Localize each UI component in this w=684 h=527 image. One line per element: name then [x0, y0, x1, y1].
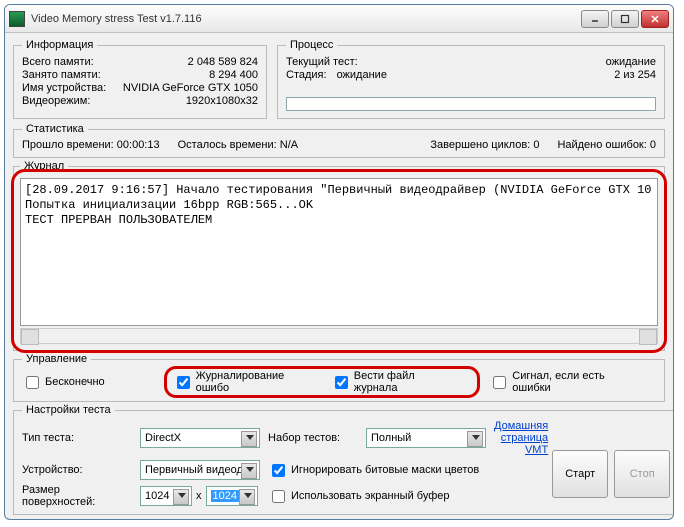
close-button[interactable] [641, 10, 669, 28]
journal-legend: Журнал [20, 160, 68, 172]
surface-height-combo[interactable]: 1024 [206, 486, 258, 506]
total-mem-label: Всего памяти: [22, 56, 94, 68]
video-mode-value: 1920x1080x32 [186, 95, 258, 107]
used-mem-label: Занято памяти: [22, 69, 101, 81]
current-test-value: ожидание [358, 56, 656, 68]
maximize-button[interactable] [611, 10, 639, 28]
journal-textarea[interactable]: [28.09.2017 9:16:57] Начало тестирования… [20, 178, 658, 326]
stage-counter: 2 из 254 [614, 69, 656, 81]
process-panel: Процесс Текущий тест:ожидание Стадия:ожи… [277, 39, 665, 119]
info-legend: Информация [22, 39, 97, 51]
x-label: x [196, 490, 202, 502]
process-legend: Процесс [286, 39, 337, 51]
keep-log-checkbox[interactable]: Вести файл журнала [331, 370, 462, 394]
stage-value: ожидание [327, 69, 615, 81]
cycles-label: Завершено циклов: [430, 139, 530, 151]
control-legend: Управление [22, 353, 91, 365]
test-set-label: Набор тестов: [268, 432, 358, 444]
current-test-label: Текущий тест: [286, 56, 358, 68]
stop-button[interactable]: Стоп [614, 450, 670, 498]
info-panel: Информация Всего памяти: 2 048 589 824 За… [13, 39, 267, 119]
remain-label: Осталось времени: [178, 139, 277, 151]
control-panel: Управление Бесконечно Журналирование оши… [13, 353, 665, 402]
minimize-button[interactable] [581, 10, 609, 28]
used-mem-value: 8 294 400 [209, 69, 258, 81]
app-icon [9, 11, 25, 27]
stage-label: Стадия: [286, 69, 327, 81]
elapsed-label: Прошло времени: [22, 139, 114, 151]
test-set-combo[interactable]: Полный [366, 428, 486, 448]
progress-bar [286, 97, 656, 111]
window-title: Video Memory stress Test v1.7.116 [31, 13, 581, 25]
surface-width-combo[interactable]: 1024 [140, 486, 192, 506]
errors-label: Найдено ошибок: [557, 139, 646, 151]
start-button[interactable]: Старт [552, 450, 608, 498]
total-mem-value: 2 048 589 824 [188, 56, 258, 68]
stats-panel: Статистика Прошло времени: 00:00:13 Оста… [13, 123, 665, 158]
elapsed-value: 00:00:13 [117, 139, 160, 151]
device-combo-label: Устройство: [22, 464, 132, 476]
device-combo[interactable]: Первичный видеод [140, 460, 260, 480]
test-type-label: Тип теста: [22, 432, 132, 444]
stats-legend: Статистика [22, 123, 88, 135]
settings-panel: Настройки теста Тип теста: DirectX Набор… [13, 404, 674, 515]
device-name-label: Имя устройства: [22, 82, 106, 94]
journal-scrollbar[interactable] [20, 328, 658, 344]
test-type-combo[interactable]: DirectX [140, 428, 260, 448]
errors-value: 0 [650, 139, 656, 151]
surface-size-label: Размер поверхностей: [22, 484, 132, 508]
device-name-value: NVIDIA GeForce GTX 1050 [123, 82, 258, 94]
cycles-value: 0 [533, 139, 539, 151]
settings-legend: Настройки теста [22, 404, 115, 416]
titlebar: Video Memory stress Test v1.7.116 [5, 5, 673, 33]
remain-value: N/A [280, 139, 298, 151]
log-errors-checkbox[interactable]: Журналирование ошибо [173, 370, 321, 394]
journal-panel: Журнал [28.09.2017 9:16:57] Начало тести… [13, 160, 665, 351]
signal-checkbox[interactable]: Сигнал, если есть ошибки [489, 370, 646, 394]
video-mode-label: Видеорежим: [22, 95, 90, 107]
infinite-checkbox[interactable]: Бесконечно [22, 373, 105, 392]
